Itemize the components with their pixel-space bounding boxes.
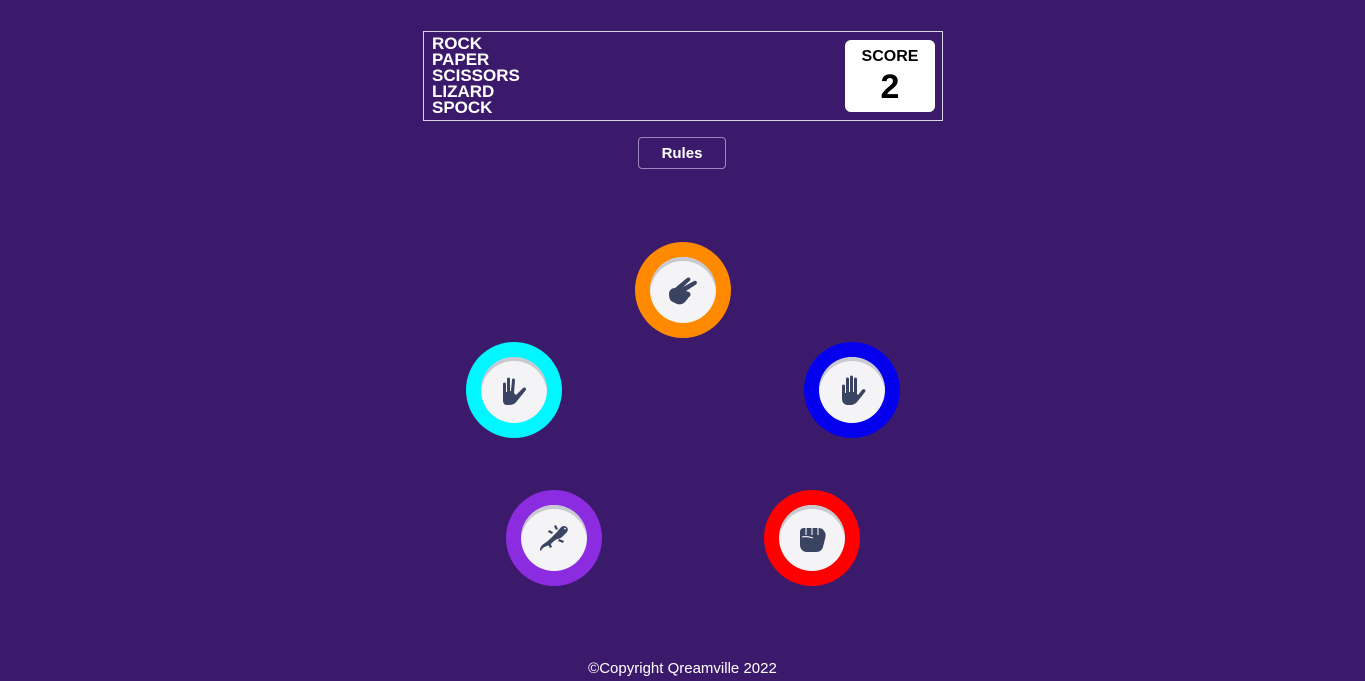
game-title: ROCK PAPER SCISSORS LIZARD SPOCK bbox=[432, 35, 520, 117]
choice-paper-face bbox=[819, 357, 885, 423]
choice-lizard-face bbox=[521, 505, 587, 571]
choice-lizard-button[interactable] bbox=[506, 490, 602, 586]
score-box: SCORE 2 bbox=[845, 40, 935, 112]
paper-hand-icon bbox=[842, 375, 866, 405]
score-label: SCORE bbox=[861, 48, 919, 65]
choice-scissors-face bbox=[650, 257, 716, 323]
choice-paper-button[interactable] bbox=[804, 342, 900, 438]
choice-scissors-button[interactable] bbox=[635, 242, 731, 338]
scissors-hand-icon bbox=[669, 277, 697, 305]
choice-rock-button[interactable] bbox=[764, 490, 860, 586]
spock-hand-icon bbox=[503, 377, 527, 405]
header-panel: ROCK PAPER SCISSORS LIZARD SPOCK SCORE 2 bbox=[423, 31, 943, 121]
footer-copyright: ©Copyright Qreamville 2022 bbox=[588, 660, 777, 677]
choice-spock-button[interactable] bbox=[466, 342, 562, 438]
rules-button[interactable]: Rules bbox=[638, 137, 726, 169]
title-word-spock: SPOCK bbox=[432, 98, 493, 117]
rock-fist-icon bbox=[800, 528, 826, 552]
choice-rock-face bbox=[779, 505, 845, 571]
lizard-icon bbox=[540, 525, 568, 551]
score-value: 2 bbox=[880, 68, 900, 106]
choice-spock-face bbox=[481, 357, 547, 423]
game-page: ROCK PAPER SCISSORS LIZARD SPOCK SCORE 2… bbox=[0, 0, 1365, 681]
